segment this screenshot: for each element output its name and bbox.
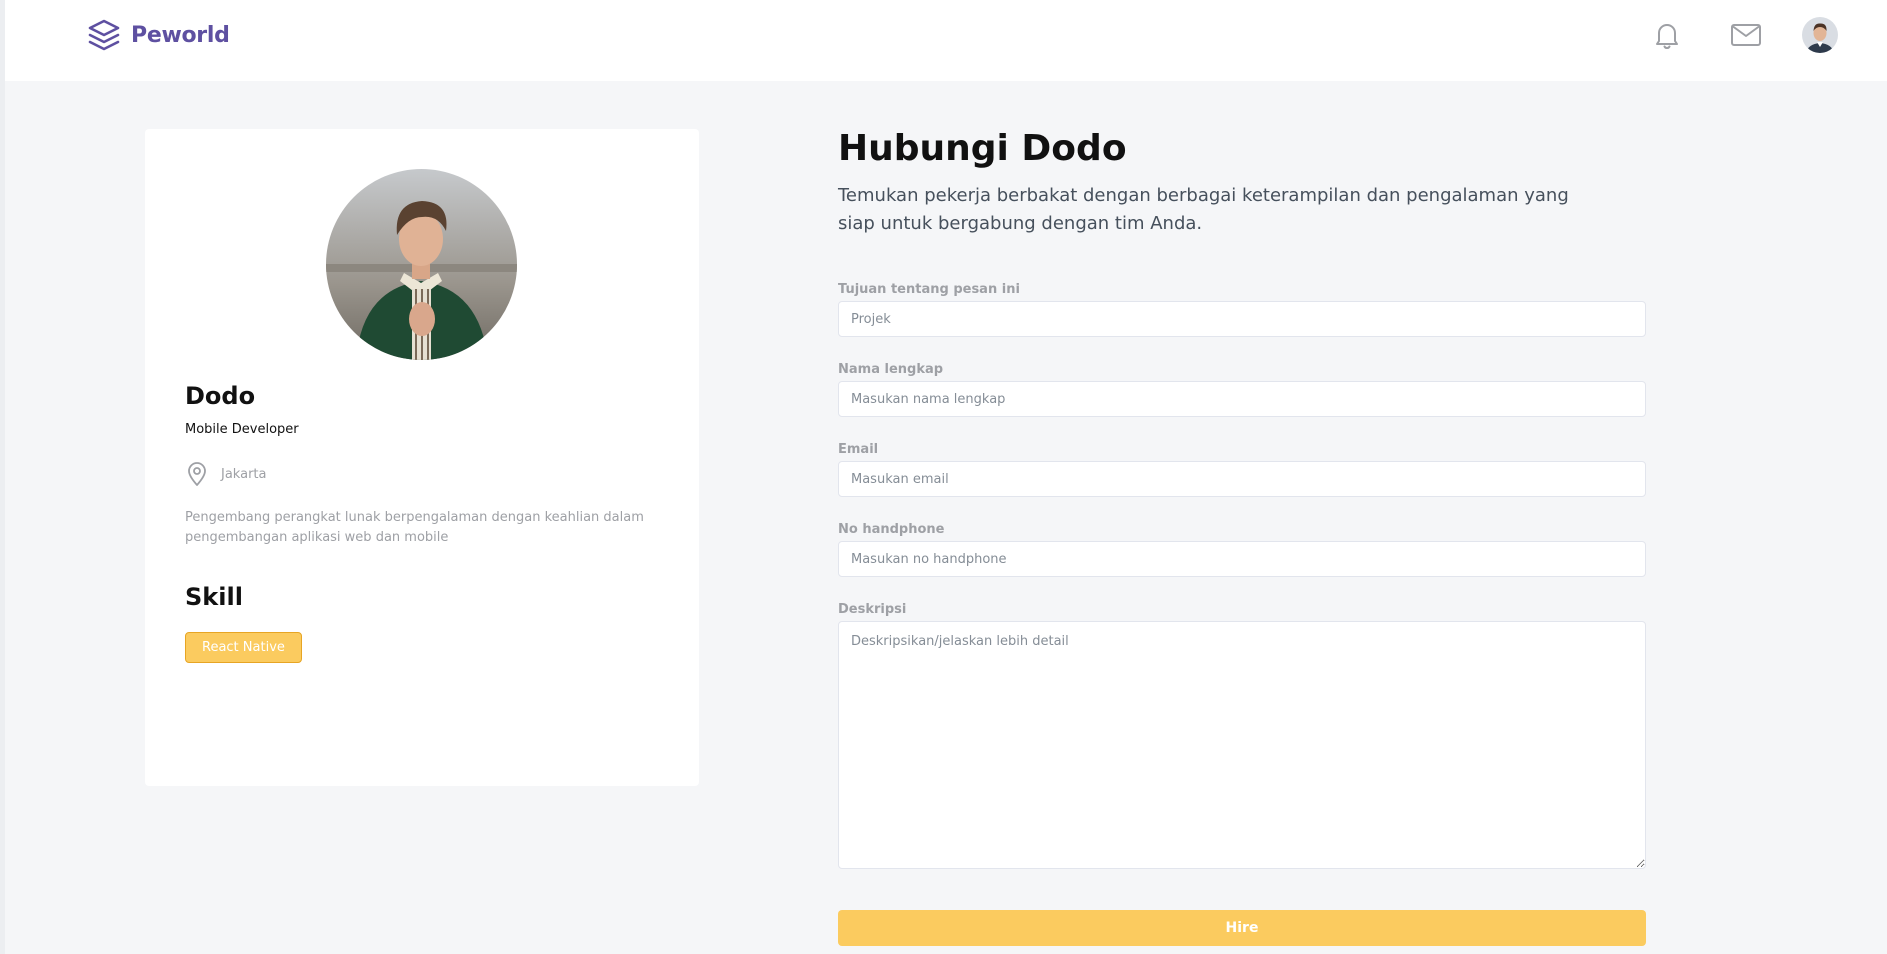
bell-icon[interactable] [1650,18,1684,52]
purpose-input[interactable] [838,301,1646,337]
skill-title: Skill [185,583,243,611]
fullname-input[interactable] [838,381,1646,417]
profile-role: Mobile Developer [185,422,299,437]
location-text: Jakarta [221,466,267,482]
user-avatar-image [1802,17,1838,53]
user-avatar[interactable] [1802,17,1838,53]
contact-subtitle: Temukan pekerja berbakat dengan berbagai… [838,185,1569,234]
page: Peworld Dodo Mobile Developer Jakarta Pe… [0,0,1887,954]
email-label: Email [838,442,879,457]
profile-name: Dodo [185,382,256,410]
navbar: Peworld [5,0,1887,81]
profile-photo [326,169,517,360]
contact-title: Hubungi Dodo [838,128,1127,169]
email-input[interactable] [838,461,1646,497]
profile-location: Jakarta [185,461,266,487]
mail-icon[interactable] [1729,18,1763,52]
description-label: Deskripsi [838,602,907,617]
purpose-label: Tujuan tentang pesan ini [838,282,1020,297]
map-pin-icon [188,462,206,486]
fullname-label: Nama lengkap [838,362,944,377]
layers-icon [88,19,120,51]
profile-card: Dodo Mobile Developer Jakarta Pengembang… [145,129,699,786]
skill-badge: React Native [185,632,302,663]
profile-photo-image [326,169,517,360]
brand-name: Peworld [131,22,230,48]
profile-bio: Pengembang perangkat lunak berpengalaman… [185,510,644,545]
description-textarea[interactable] [838,621,1646,869]
brand-logo[interactable]: Peworld [86,17,230,53]
hire-button[interactable]: Hire [838,910,1646,946]
phone-input[interactable] [838,541,1646,577]
phone-label: No handphone [838,522,945,537]
